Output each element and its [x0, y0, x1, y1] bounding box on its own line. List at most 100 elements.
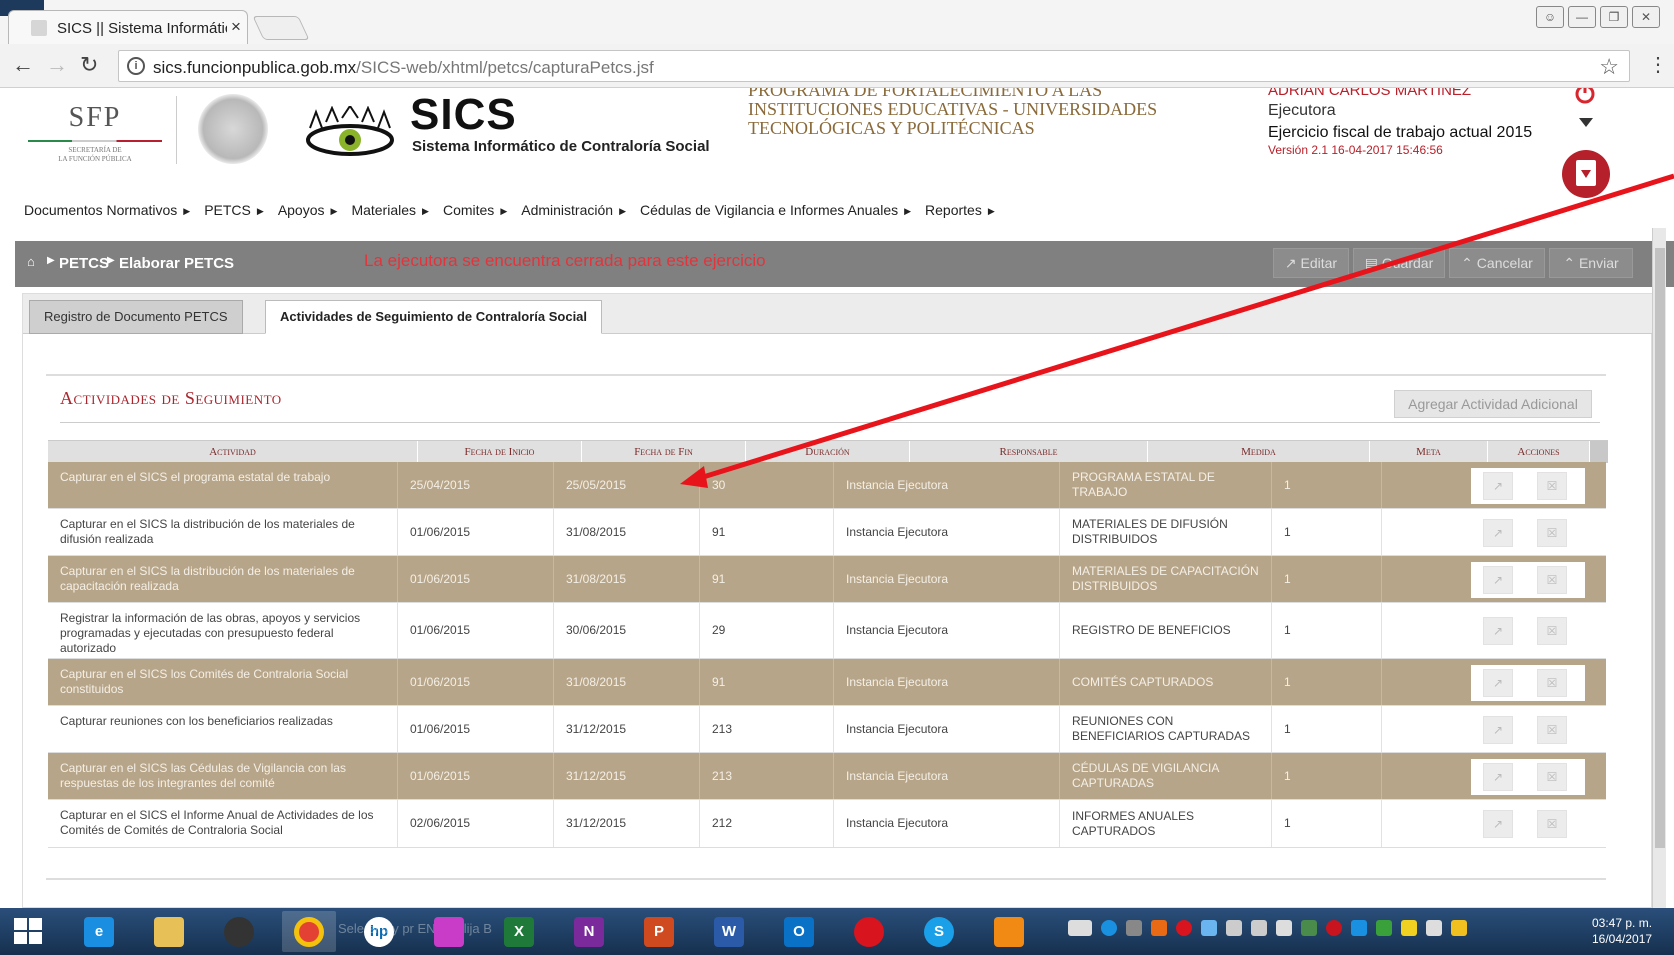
cell-responsable: Instancia Ejecutora [834, 659, 1060, 705]
save-button[interactable]: ▤ Guardar [1353, 248, 1445, 278]
tray-opera-icon[interactable] [1176, 920, 1192, 936]
delete-row-icon[interactable]: ☒ [1537, 472, 1567, 500]
page-scrollbar[interactable] [1652, 228, 1666, 908]
keyboard-icon[interactable] [1068, 920, 1092, 936]
powerpoint-icon[interactable]: P [632, 911, 686, 952]
menu-materiales[interactable]: Materiales ▶ [351, 202, 429, 218]
menu-cedulas[interactable]: Cédulas de Vigilancia e Informes Anuales… [640, 202, 911, 218]
user-profile-icon[interactable]: ☺ [1536, 6, 1564, 28]
tray-app-icon[interactable] [1351, 920, 1367, 936]
onenote-icon[interactable]: N [562, 911, 616, 952]
edit-row-icon[interactable]: ↗ [1483, 519, 1513, 547]
paint-app-icon[interactable] [422, 911, 476, 952]
tray-app-icon[interactable] [1126, 920, 1142, 936]
edit-row-icon[interactable]: ↗ [1483, 763, 1513, 791]
address-bar[interactable]: i sics.funcionpublica.gob.mx/SICS-web/xh… [118, 50, 1630, 82]
menu-petcs[interactable]: PETCS ▶ [204, 202, 264, 218]
menu-apoyos[interactable]: Apoyos ▶ [278, 202, 338, 218]
menu-documentos-normativos[interactable]: Documentos Normativos ▶ [24, 202, 190, 218]
table-row[interactable]: Registrar la información de las obras, a… [48, 603, 1606, 659]
power-logout-icon[interactable] [1574, 88, 1596, 104]
network-icon[interactable] [1226, 920, 1242, 936]
scrollbar-thumb[interactable] [1655, 248, 1665, 848]
table-row[interactable]: Capturar en el SICS el Informe Anual de … [48, 800, 1606, 848]
sfp-logo-sub1: SECRETARÍA DE [68, 146, 122, 154]
menu-reportes[interactable]: Reportes ▶ [925, 202, 995, 218]
cell-meta: 1 [1272, 753, 1382, 799]
cell-medida: CÉDULAS DE VIGILANCIA CAPTURADAS [1060, 753, 1272, 799]
tray-app-icon[interactable] [1401, 920, 1417, 936]
edit-button[interactable]: ↗ Editar [1273, 248, 1349, 278]
delete-row-icon[interactable]: ☒ [1537, 763, 1567, 791]
windows-start-icon[interactable] [14, 918, 44, 946]
bluetooth-icon[interactable] [1201, 920, 1217, 936]
table-row[interactable]: Capturar en el SICS los Comités de Contr… [48, 659, 1606, 706]
skype-icon[interactable]: S [912, 911, 966, 952]
back-arrow-icon[interactable]: ← [12, 52, 34, 78]
tab-actividades-seguimiento[interactable]: Actividades de Seguimiento de Contralorí… [265, 300, 603, 334]
chrome-icon[interactable] [282, 911, 336, 952]
camera-app-icon[interactable] [212, 911, 266, 952]
reload-icon[interactable]: ↻ [80, 52, 98, 78]
edit-row-icon[interactable]: ↗ [1483, 566, 1513, 594]
site-info-icon[interactable]: i [127, 57, 145, 75]
home-icon[interactable]: ⌂ [27, 254, 35, 269]
edit-row-icon[interactable]: ↗ [1483, 472, 1513, 500]
delete-row-icon[interactable]: ☒ [1537, 716, 1567, 744]
media-player-icon[interactable] [982, 911, 1036, 952]
table-row[interactable]: Capturar en el SICS la distribución de l… [48, 509, 1606, 556]
add-activity-button[interactable]: Agregar Actividad Adicional [1394, 390, 1592, 418]
word-icon[interactable]: W [702, 911, 756, 952]
volume-icon[interactable] [1251, 920, 1267, 936]
edit-row-icon[interactable]: ↗ [1483, 669, 1513, 697]
row-actions: ↗ ☒ [1471, 515, 1585, 551]
manual-download-icon[interactable] [1562, 150, 1610, 198]
cancel-button[interactable]: ⌃ Cancelar [1449, 248, 1545, 278]
new-tab-button[interactable] [252, 16, 310, 40]
cell-meta: 1 [1272, 659, 1382, 705]
close-window-button[interactable]: ✕ [1632, 6, 1660, 28]
forward-arrow-icon[interactable]: → [46, 52, 68, 78]
signal-icon[interactable] [1426, 920, 1442, 936]
minimize-button[interactable]: — [1568, 6, 1596, 28]
delete-row-icon[interactable]: ☒ [1537, 810, 1567, 838]
program-name: PROGRAMA DE FORTALECIMIENTO A LAS INSTIT… [748, 88, 1157, 138]
table-row[interactable]: Capturar en el SICS las Cédulas de Vigil… [48, 753, 1606, 800]
breadcrumb-petcs[interactable]: PETCS [59, 255, 109, 272]
help-icon[interactable] [1101, 920, 1117, 936]
tray-app-icon[interactable] [1301, 920, 1317, 936]
table-row[interactable]: Capturar en el SICS la distribución de l… [48, 556, 1606, 603]
tray-app-icon[interactable] [1326, 920, 1342, 936]
edit-row-icon[interactable]: ↗ [1483, 716, 1513, 744]
edit-label: Editar [1300, 255, 1338, 271]
opera-icon[interactable] [842, 911, 896, 952]
delete-row-icon[interactable]: ☒ [1537, 617, 1567, 645]
tray-app-icon[interactable] [1151, 920, 1167, 936]
outlook-icon[interactable]: O [772, 911, 826, 952]
edit-row-icon[interactable]: ↗ [1483, 810, 1513, 838]
onedrive-icon[interactable] [1276, 920, 1292, 936]
tab-close-icon[interactable]: × [231, 17, 241, 37]
taskbar-clock[interactable]: 03:47 p. m. 16/04/2017 [1592, 915, 1652, 947]
row-actions: ↗ ☒ [1471, 613, 1585, 649]
delete-row-icon[interactable]: ☒ [1537, 669, 1567, 697]
browser-tab[interactable]: SICS || Sistema Informátic × [8, 10, 248, 44]
edit-row-icon[interactable]: ↗ [1483, 617, 1513, 645]
bookmark-star-icon[interactable]: ☆ [1599, 54, 1619, 80]
browser-menu-icon[interactable]: ⋮ [1648, 52, 1668, 77]
maximize-button[interactable]: ❐ [1600, 6, 1628, 28]
send-button[interactable]: ⌃ Enviar [1549, 248, 1633, 278]
tab-registro-documento[interactable]: Registro de Documento PETCS [29, 300, 243, 334]
table-row[interactable]: Capturar reuniones con los beneficiarios… [48, 706, 1606, 753]
table-row[interactable]: Capturar en el SICS el programa estatal … [48, 462, 1606, 509]
excel-icon[interactable]: X [492, 911, 546, 952]
delete-row-icon[interactable]: ☒ [1537, 519, 1567, 547]
menu-administracion[interactable]: Administración ▶ [521, 202, 626, 218]
menu-comites[interactable]: Comites ▶ [443, 202, 507, 218]
user-menu-dropdown-icon[interactable] [1579, 118, 1593, 127]
internet-explorer-icon[interactable]: e [72, 911, 126, 952]
tray-app-icon[interactable] [1376, 920, 1392, 936]
warning-flag-icon[interactable] [1451, 920, 1467, 936]
file-explorer-icon[interactable] [142, 911, 196, 952]
delete-row-icon[interactable]: ☒ [1537, 566, 1567, 594]
